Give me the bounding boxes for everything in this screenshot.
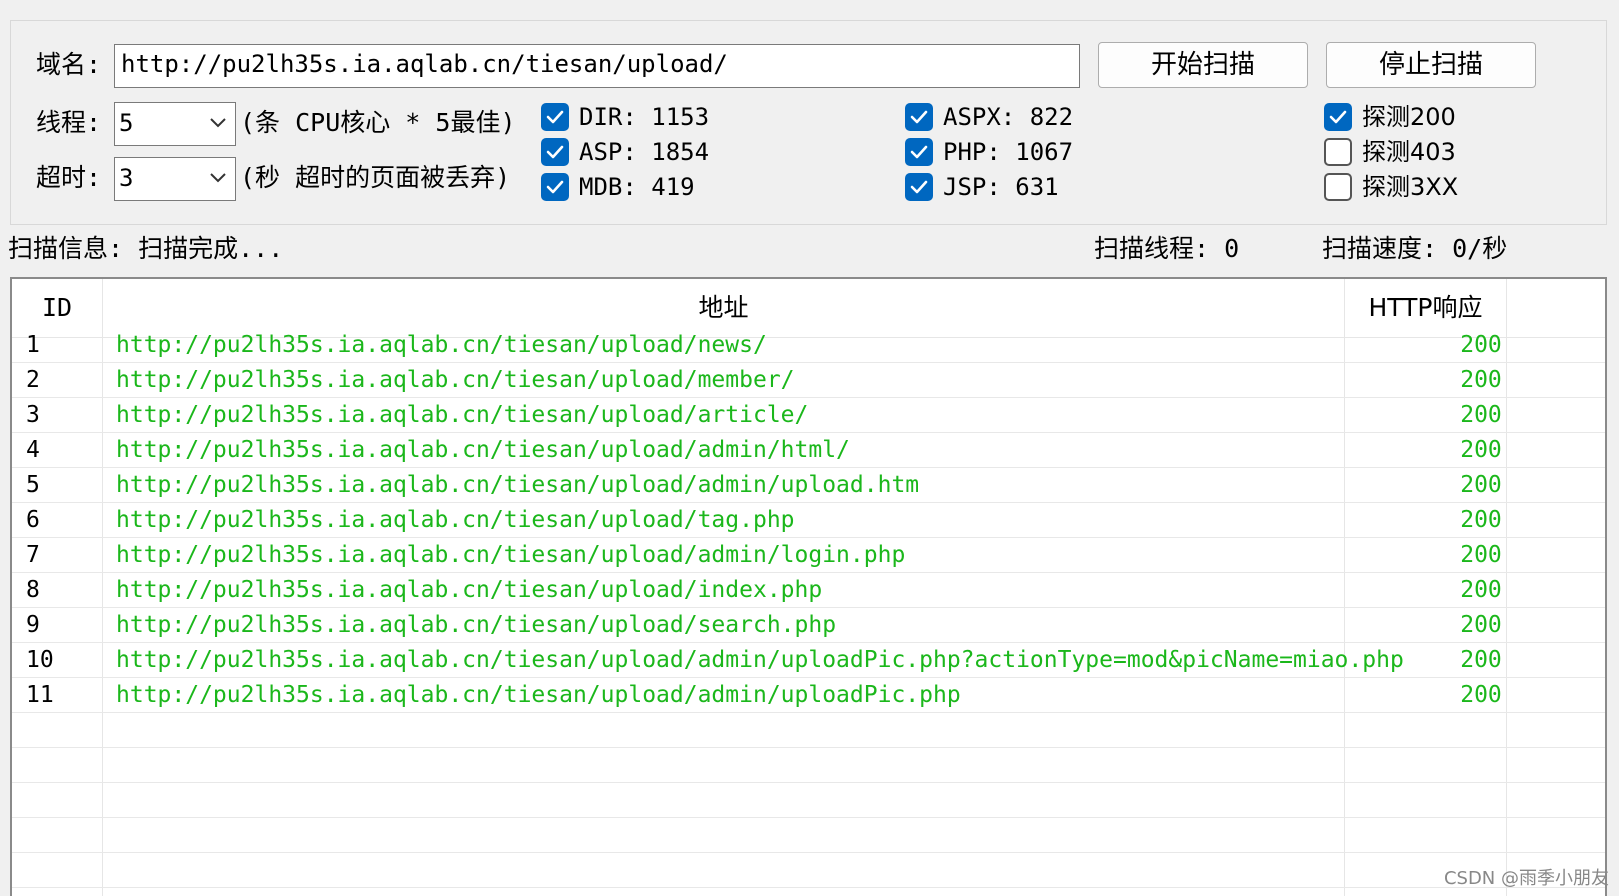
checkmark-icon [546, 180, 564, 194]
row-id: 1 [26, 332, 40, 358]
dict-jsp-label: JSP: 631 [943, 173, 1059, 201]
row-id: 6 [26, 507, 40, 533]
probe-200-label: 探测200 [1362, 103, 1456, 131]
checkmark-icon [910, 145, 928, 159]
row-id: 10 [26, 647, 54, 673]
threads-value: 5 [119, 109, 134, 137]
dict-dir-label: DIR: 1153 [579, 103, 710, 131]
table-row[interactable]: 1 http://pu2lh35s.ia.aqlab.cn/tiesan/uplo… [12, 327, 1605, 363]
row-url: http://pu2lh35s.ia.aqlab.cn/tiesan/uploa… [116, 612, 837, 638]
row-url: http://pu2lh35s.ia.aqlab.cn/tiesan/uploa… [116, 472, 920, 498]
timeout-hint: (秒 超时的页面被丢弃) [240, 163, 511, 192]
probe-200-checkbox[interactable] [1324, 103, 1352, 131]
table-row[interactable]: 7 http://pu2lh35s.ia.aqlab.cn/tiesan/uplo… [12, 537, 1605, 573]
start-scan-button[interactable]: 开始扫描 [1098, 42, 1308, 88]
dict-asp-checkbox[interactable] [541, 138, 569, 166]
dict-dir-checkbox[interactable] [541, 103, 569, 131]
row-id: 8 [26, 577, 40, 603]
empty-table-row[interactable] [12, 782, 1605, 818]
results-table[interactable]: ID 地址 HTTP响应 1 http://pu2lh35s.ia.aqlab.c… [10, 277, 1607, 896]
timeout-select[interactable]: 3 [114, 157, 236, 201]
dict-mdb-label: MDB: 419 [579, 173, 695, 201]
dict-php-label: PHP: 1067 [943, 138, 1074, 166]
row-http-code: 200 [1460, 682, 1502, 708]
empty-table-row[interactable] [12, 852, 1605, 888]
dict-asp-label: ASP: 1854 [579, 138, 710, 166]
probe-403-checkbox[interactable] [1324, 138, 1352, 166]
threads-hint: (条 CPU核心 * 5最佳) [240, 108, 516, 137]
dict-php-checkbox[interactable] [905, 138, 933, 166]
probe-3xx-label: 探测3XX [1362, 173, 1459, 201]
row-id: 5 [26, 472, 40, 498]
dict-mdb-checkbox[interactable] [541, 173, 569, 201]
row-http-code: 200 [1460, 367, 1502, 393]
chevron-down-icon [210, 173, 226, 183]
row-id: 11 [26, 682, 54, 708]
threads-select[interactable]: 5 [114, 102, 236, 146]
row-http-code: 200 [1460, 402, 1502, 428]
table-row[interactable]: 4 http://pu2lh35s.ia.aqlab.cn/tiesan/uplo… [12, 432, 1605, 468]
row-url: http://pu2lh35s.ia.aqlab.cn/tiesan/uploa… [116, 332, 767, 358]
row-id: 4 [26, 437, 40, 463]
scan-info: 扫描信息: 扫描完成... [8, 234, 284, 263]
checkmark-icon [546, 145, 564, 159]
table-row[interactable]: 2 http://pu2lh35s.ia.aqlab.cn/tiesan/uplo… [12, 362, 1605, 398]
watermark: CSDN @雨季小朋友 [1443, 868, 1609, 889]
row-id: 9 [26, 612, 40, 638]
row-http-code: 200 [1460, 542, 1502, 568]
row-http-code: 200 [1460, 507, 1502, 533]
checkmark-icon [1329, 110, 1347, 124]
table-row[interactable]: 11 http://pu2lh35s.ia.aqlab.cn/tiesan/upl… [12, 677, 1605, 713]
row-url: http://pu2lh35s.ia.aqlab.cn/tiesan/uploa… [116, 367, 795, 393]
row-url: http://pu2lh35s.ia.aqlab.cn/tiesan/uploa… [116, 682, 961, 708]
row-http-code: 200 [1460, 647, 1502, 673]
timeout-value: 3 [119, 164, 134, 192]
row-url: http://pu2lh35s.ia.aqlab.cn/tiesan/uploa… [116, 542, 906, 568]
table-row[interactable]: 3 http://pu2lh35s.ia.aqlab.cn/tiesan/uplo… [12, 397, 1605, 433]
row-http-code: 200 [1460, 612, 1502, 638]
row-id: 3 [26, 402, 40, 428]
row-http-code: 200 [1460, 437, 1502, 463]
probe-3xx-checkbox[interactable] [1324, 173, 1352, 201]
row-http-code: 200 [1460, 577, 1502, 603]
dict-aspx-label: ASPX: 822 [943, 103, 1074, 131]
row-http-code: 200 [1460, 472, 1502, 498]
empty-table-row[interactable] [12, 817, 1605, 853]
threads-label: 线程: [36, 108, 102, 137]
empty-table-row[interactable] [12, 747, 1605, 783]
dict-jsp-checkbox[interactable] [905, 173, 933, 201]
stop-scan-button[interactable]: 停止扫描 [1326, 42, 1536, 88]
row-url: http://pu2lh35s.ia.aqlab.cn/tiesan/uploa… [116, 402, 809, 428]
domain-label: 域名: [36, 50, 102, 79]
domain-input[interactable]: http://pu2lh35s.ia.aqlab.cn/tiesan/uploa… [114, 44, 1080, 88]
table-row[interactable]: 9 http://pu2lh35s.ia.aqlab.cn/tiesan/uplo… [12, 607, 1605, 643]
empty-table-row[interactable] [12, 712, 1605, 748]
scan-speed: 扫描速度: 0/秒 [1322, 234, 1508, 263]
table-row[interactable]: 10 http://pu2lh35s.ia.aqlab.cn/tiesan/upl… [12, 642, 1605, 678]
row-url: http://pu2lh35s.ia.aqlab.cn/tiesan/uploa… [116, 507, 795, 533]
table-row[interactable]: 8 http://pu2lh35s.ia.aqlab.cn/tiesan/uplo… [12, 572, 1605, 608]
table-row[interactable]: 5 http://pu2lh35s.ia.aqlab.cn/tiesan/uplo… [12, 467, 1605, 503]
timeout-label: 超时: [36, 163, 102, 192]
table-row[interactable]: 6 http://pu2lh35s.ia.aqlab.cn/tiesan/uplo… [12, 502, 1605, 538]
dict-aspx-checkbox[interactable] [905, 103, 933, 131]
row-url: http://pu2lh35s.ia.aqlab.cn/tiesan/uploa… [116, 437, 850, 463]
checkmark-icon [546, 110, 564, 124]
row-http-code: 200 [1460, 332, 1502, 358]
checkmark-icon [910, 180, 928, 194]
row-id: 7 [26, 542, 40, 568]
probe-403-label: 探测403 [1362, 138, 1456, 166]
checkmark-icon [910, 110, 928, 124]
row-url: http://pu2lh35s.ia.aqlab.cn/tiesan/uploa… [116, 647, 1404, 673]
scan-threads: 扫描线程: 0 [1094, 234, 1240, 263]
chevron-down-icon [210, 118, 226, 128]
row-url: http://pu2lh35s.ia.aqlab.cn/tiesan/uploa… [116, 577, 823, 603]
row-id: 2 [26, 367, 40, 393]
